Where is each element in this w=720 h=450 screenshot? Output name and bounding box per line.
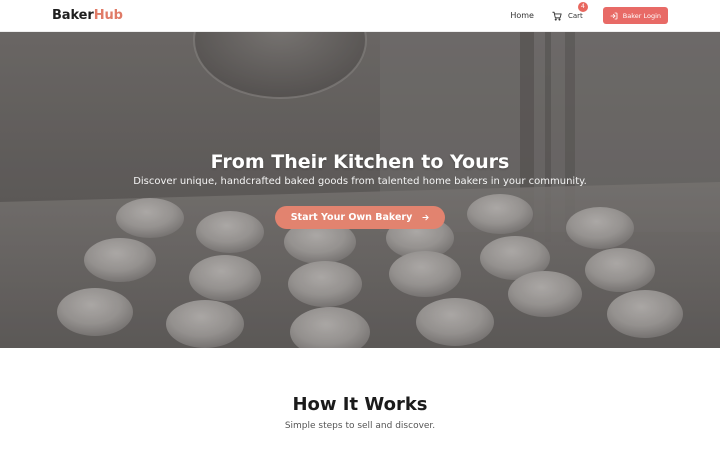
cart-label: Cart <box>567 11 583 20</box>
how-it-works-title: How It Works <box>292 394 428 415</box>
cart-icon <box>552 11 562 21</box>
nav-home-link[interactable]: Home <box>510 11 534 20</box>
start-bakery-button[interactable]: Start Your Own Bakery <box>274 206 446 229</box>
hero-content: From Their Kitchen to Yours Discover uni… <box>0 150 720 229</box>
nav-links: Home Cart 4 Baker Login <box>510 0 668 32</box>
how-it-works-subtitle: Simple steps to sell and discover. <box>284 421 436 431</box>
baker-login-label: Baker Login <box>622 11 661 20</box>
brand-name-part2: Hub <box>93 8 123 23</box>
hero-subtitle: Discover unique, handcrafted baked goods… <box>133 176 587 187</box>
login-icon <box>610 12 618 20</box>
baker-login-button[interactable]: Baker Login <box>602 7 668 24</box>
arrow-right-icon <box>421 213 430 222</box>
brand-name-part1: Baker <box>52 8 94 23</box>
brand-logo[interactable]: BakerHub <box>52 9 123 22</box>
hero-section: From Their Kitchen to Yours Discover uni… <box>0 32 720 348</box>
hero-title: From Their Kitchen to Yours <box>210 151 510 173</box>
cart-count-badge: 4 <box>577 1 588 12</box>
start-bakery-label: Start Your Own Bakery <box>290 212 413 223</box>
cart-link[interactable]: Cart 4 <box>552 1 588 21</box>
how-it-works-section: How It Works Simple steps to sell and di… <box>0 348 720 450</box>
top-navbar: BakerHub Home Cart 4 Baker Login <box>0 0 720 32</box>
